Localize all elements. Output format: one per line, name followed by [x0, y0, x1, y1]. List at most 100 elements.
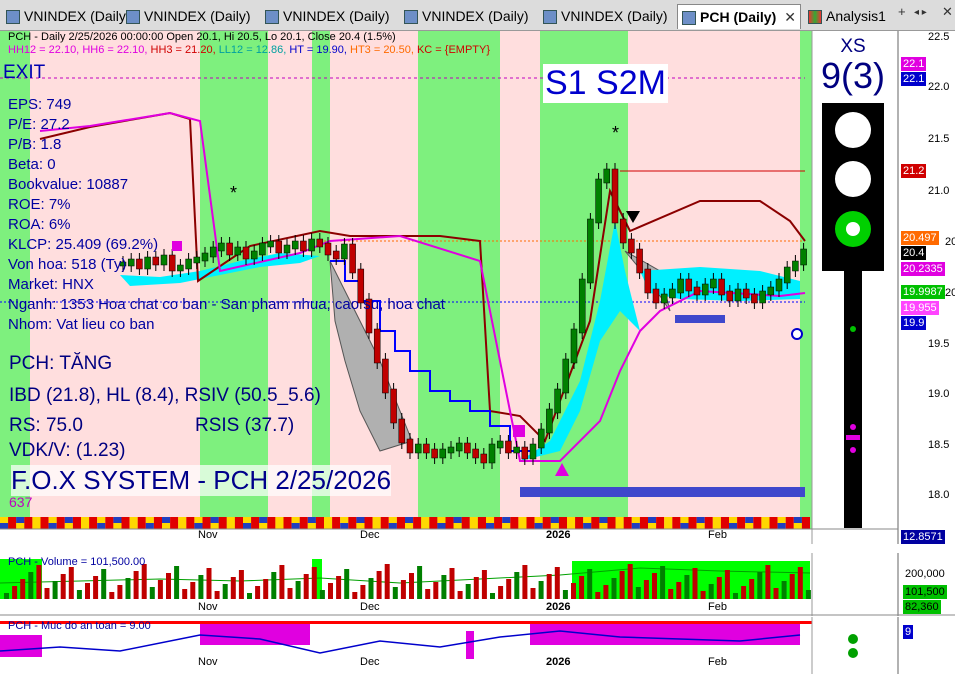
strip-cell: [526, 517, 535, 523]
light-1: [835, 112, 871, 148]
star-marker: *: [612, 123, 619, 143]
strip-cell: [259, 523, 268, 529]
volume-bar: [52, 581, 58, 599]
volume-bar: [166, 573, 171, 599]
support-bar: [675, 315, 725, 323]
price-tick: 22.5: [928, 31, 950, 43]
x-tick-2026: 2026: [546, 656, 571, 668]
strip-cell: [413, 517, 422, 523]
hh3-value: HH3 = 21.20,: [150, 44, 216, 56]
tab-pch-daily[interactable]: PCH (Daily) ✕: [677, 4, 801, 29]
volume-bar: [473, 577, 479, 599]
strip-cell: [704, 517, 713, 523]
tab-vnindex-5[interactable]: VNINDEX (Daily): [543, 4, 668, 28]
close-window-button[interactable]: ✕: [942, 4, 953, 20]
strip-cell: [793, 517, 802, 523]
tab-analysis1[interactable]: Analysis1: [808, 4, 886, 28]
strip-cell: [486, 523, 495, 529]
strip-cell: [113, 517, 122, 523]
info-nhom: Nhom: Vat lieu co ban: [8, 316, 155, 333]
strip-cell: [145, 517, 154, 523]
strip-cell: [777, 517, 786, 523]
light-3-center: [846, 222, 860, 236]
strip-cell: [502, 517, 511, 523]
tab-vnindex-1[interactable]: VNINDEX (Daily): [6, 4, 131, 28]
strip-cell: [688, 523, 697, 529]
safety-zone: [466, 631, 474, 659]
exit-label: EXIT: [3, 62, 46, 83]
strip-cell: [729, 517, 738, 523]
volume-bar: [587, 569, 593, 599]
price-box: 19.9987: [901, 285, 945, 299]
strip-cell: [380, 523, 389, 529]
volume-bar: [441, 575, 447, 599]
strip-cell: [429, 517, 438, 523]
strip-cell: [234, 523, 243, 529]
chart-icon: [543, 10, 557, 25]
candle: [570, 323, 578, 369]
volume-bar: [643, 580, 649, 599]
tab-vnindex-3[interactable]: VNINDEX (Daily): [265, 4, 390, 28]
volume-bar: [263, 579, 269, 599]
strip-cell: [56, 517, 65, 523]
volume-bar: [571, 583, 576, 599]
volume-bar: [117, 585, 123, 599]
price-tick: 20.5: [945, 236, 955, 248]
strip-cell: [615, 523, 624, 529]
strip-cell: [745, 523, 754, 529]
volume-bar: [230, 577, 236, 599]
strip-cell: [737, 523, 746, 529]
strip-cell: [745, 517, 754, 523]
volume-bar: [708, 584, 714, 599]
price-box: 21.2: [901, 164, 927, 178]
tab-vnindex-4[interactable]: VNINDEX (Daily): [404, 4, 529, 28]
strip-cell: [48, 523, 57, 529]
hl-levels: HH12 = 22.10, HH6 = 22.10, HH3 = 21.20, …: [8, 44, 490, 56]
square-marker: [513, 425, 525, 437]
price-chart-pane[interactable]: * * PCH - Daily 2/25/2026 00:00:00 Open …: [0, 31, 955, 544]
light-2: [835, 161, 871, 197]
pole-marker: [846, 435, 860, 440]
strip-cell: [307, 523, 316, 529]
strip-cell: [145, 523, 154, 529]
pole-dot: [850, 447, 856, 453]
strip-cell: [639, 523, 648, 529]
chart-icon: [6, 10, 20, 25]
x-tick-nov: Nov: [198, 656, 218, 668]
volume-bar: [514, 572, 520, 599]
add-tab-button[interactable]: +: [898, 4, 906, 19]
volume-bar: [149, 587, 155, 599]
strip-cell: [761, 523, 770, 529]
ht-value: HT = 19.90,: [289, 44, 347, 56]
strip-cell: [267, 523, 276, 529]
signal-ibd: IBD (21.8), HL (8.4), RSIV (50.5_5.6): [9, 385, 321, 406]
band-green: [800, 31, 812, 529]
hh12-value: HH12 = 22.10,: [8, 44, 80, 56]
volume-pane[interactable]: PCH - Volume = 101,500.00 200,000 101,50…: [0, 553, 955, 616]
volume-box: 82,360: [903, 600, 941, 614]
volume-bar: [36, 565, 42, 599]
x-tick-dec: Dec: [360, 529, 380, 541]
strip-cell: [761, 517, 770, 523]
strip-cell: [251, 517, 260, 523]
strip-cell: [129, 517, 138, 523]
strip-cell: [105, 517, 114, 523]
price-box: 20.497: [901, 231, 939, 245]
tab-nav-button[interactable]: ◂ ▸: [914, 7, 927, 18]
volume-bar: [174, 566, 180, 599]
strip-cell: [24, 523, 33, 529]
signal-tag: S1 S2M: [543, 64, 668, 103]
x-tick-nov: Nov: [198, 529, 218, 541]
strip-cell: [388, 517, 397, 523]
strip-cell: [194, 517, 203, 523]
price-box: 22.1: [901, 72, 927, 86]
strip-cell: [405, 517, 414, 523]
strip-cell: [518, 517, 527, 523]
chart-icon: [682, 11, 696, 26]
info-beta: Beta: 0: [8, 156, 56, 173]
tab-vnindex-2[interactable]: VNINDEX (Daily): [126, 4, 251, 28]
safety-pane[interactable]: PCH - Muc do an toan = 9.00 9 Nov Dec 20…: [0, 617, 955, 674]
close-tab-icon[interactable]: ✕: [784, 5, 796, 29]
strip-cell: [494, 523, 503, 529]
strip-cell: [40, 517, 49, 523]
